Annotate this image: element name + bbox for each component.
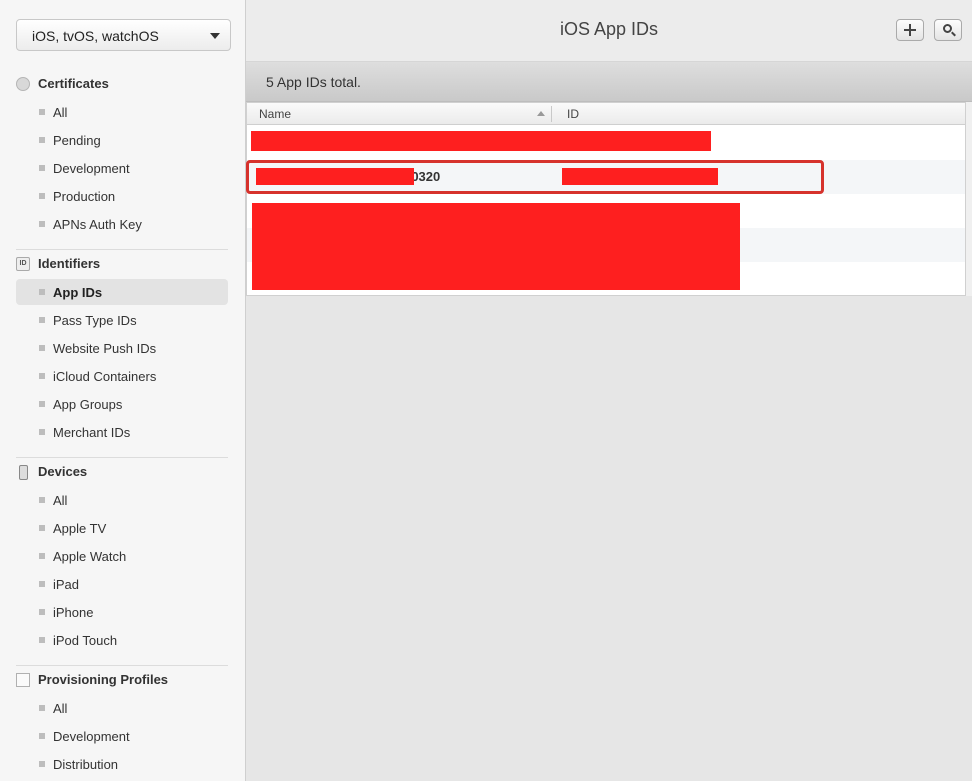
- divider: [16, 457, 228, 458]
- sidebar-item-label: Development: [53, 729, 130, 744]
- main-panel: iOS App IDs 5 App IDs total. Name ID t03…: [246, 0, 972, 781]
- section-title: Devices: [38, 464, 88, 479]
- id-icon: ID: [16, 257, 30, 271]
- sidebar-item-production[interactable]: Production: [16, 183, 228, 209]
- redaction-bar: [252, 203, 740, 290]
- sidebar-item-certificates-all[interactable]: All: [16, 99, 228, 125]
- bullet-icon: [39, 609, 45, 615]
- sidebar-item-pending[interactable]: Pending: [16, 127, 228, 153]
- sidebar-item-label: iCloud Containers: [53, 369, 157, 384]
- sidebar-item-label: Development: [53, 161, 130, 176]
- divider: [16, 665, 228, 666]
- sidebar-item-label: iPad: [53, 577, 80, 592]
- sidebar-item-label: Production: [53, 189, 116, 204]
- sidebar-item-apple-tv[interactable]: Apple TV: [16, 515, 228, 541]
- column-divider[interactable]: [551, 106, 552, 122]
- sidebar-item-label: Pending: [53, 133, 101, 148]
- table-header: Name ID: [247, 103, 965, 125]
- bullet-icon: [39, 553, 45, 559]
- sidebar-item-certificates-development[interactable]: Development: [16, 155, 228, 181]
- app-ids-table: Name ID t0320: [246, 102, 966, 296]
- certificate-badge-icon: [16, 77, 30, 91]
- column-header-name[interactable]: Name: [259, 107, 291, 121]
- sidebar-item-ipod-touch[interactable]: iPod Touch: [16, 627, 228, 653]
- bullet-icon: [39, 221, 45, 227]
- section-certificates: Certificates: [16, 75, 228, 95]
- sidebar-item-label: All: [53, 701, 68, 716]
- section-title: Certificates: [38, 76, 109, 91]
- sidebar-item-app-groups[interactable]: App Groups: [16, 391, 228, 417]
- section-title: Provisioning Profiles: [38, 672, 169, 687]
- sidebar-item-label: All: [53, 493, 68, 508]
- bullet-icon: [39, 429, 45, 435]
- sidebar-item-icloud-containers[interactable]: iCloud Containers: [16, 363, 228, 389]
- redaction-bar: [251, 131, 711, 151]
- sidebar-item-ipad[interactable]: iPad: [16, 571, 228, 597]
- section-devices: Devices: [16, 463, 228, 483]
- section-identifiers: ID Identifiers: [16, 255, 228, 275]
- bullet-icon: [39, 137, 45, 143]
- chevron-down-icon: [210, 33, 220, 39]
- add-button[interactable]: [896, 19, 924, 41]
- platform-select-label: iOS, tvOS, watchOS: [32, 28, 159, 44]
- sidebar-item-profiles-distribution[interactable]: Distribution: [16, 751, 228, 777]
- sidebar-item-label: All: [53, 105, 68, 120]
- sidebar-item-label: APNs Auth Key: [53, 217, 142, 232]
- bullet-icon: [39, 373, 45, 379]
- document-icon: [16, 673, 30, 687]
- divider: [16, 249, 228, 250]
- summary-bar: 5 App IDs total.: [246, 62, 972, 102]
- bullet-icon: [39, 525, 45, 531]
- page-title: iOS App IDs: [559, 19, 659, 39]
- sidebar: iOS, tvOS, watchOS Certificates All Pend…: [0, 0, 246, 781]
- sidebar-item-label: Pass Type IDs: [53, 313, 137, 328]
- app-id-count: 5 App IDs total.: [266, 74, 361, 90]
- selected-row-highlight: [246, 160, 824, 194]
- sidebar-item-iphone[interactable]: iPhone: [16, 599, 228, 625]
- bullet-icon: [39, 317, 45, 323]
- sidebar-item-profiles-development[interactable]: Development: [16, 723, 228, 749]
- sidebar-item-apns-auth-key[interactable]: APNs Auth Key: [16, 211, 228, 237]
- sidebar-item-label: App IDs: [53, 285, 103, 300]
- sidebar-item-label: Apple TV: [53, 521, 107, 536]
- section-provisioning-profiles: Provisioning Profiles: [16, 671, 228, 691]
- column-header-id[interactable]: ID: [567, 107, 579, 121]
- bullet-icon: [39, 733, 45, 739]
- sidebar-item-label: iPhone: [53, 605, 94, 620]
- sidebar-item-label: Apple Watch: [53, 549, 127, 564]
- sidebar-item-profiles-all[interactable]: All: [16, 695, 228, 721]
- sidebar-item-pass-type-ids[interactable]: Pass Type IDs: [16, 307, 228, 333]
- sidebar-item-devices-all[interactable]: All: [16, 487, 228, 513]
- search-button[interactable]: [934, 19, 962, 41]
- sidebar-item-label: Distribution: [53, 757, 119, 772]
- sidebar-item-label: Merchant IDs: [53, 425, 131, 440]
- bullet-icon: [39, 705, 45, 711]
- sidebar-item-website-push-ids[interactable]: Website Push IDs: [16, 335, 228, 361]
- sidebar-item-merchant-ids[interactable]: Merchant IDs: [16, 419, 228, 445]
- bullet-icon: [39, 109, 45, 115]
- bullet-icon: [39, 401, 45, 407]
- bullet-icon: [39, 165, 45, 171]
- table-scroll-edge: [966, 102, 972, 296]
- sidebar-item-label: iPod Touch: [53, 633, 118, 648]
- bullet-icon: [39, 581, 45, 587]
- sidebar-item-apple-watch[interactable]: Apple Watch: [16, 543, 228, 569]
- sort-ascending-icon: [537, 111, 545, 116]
- device-icon: [19, 465, 28, 480]
- bullet-icon: [39, 345, 45, 351]
- bullet-icon: [39, 761, 45, 767]
- bullet-icon: [39, 497, 45, 503]
- section-title: Identifiers: [38, 256, 101, 271]
- sidebar-item-app-ids[interactable]: App IDs: [16, 279, 228, 305]
- bullet-icon: [39, 289, 45, 295]
- platform-select[interactable]: iOS, tvOS, watchOS: [16, 19, 231, 51]
- table-row[interactable]: [247, 126, 965, 160]
- sidebar-item-label: Website Push IDs: [53, 341, 157, 356]
- title-bar: iOS App IDs: [246, 0, 972, 62]
- bullet-icon: [39, 193, 45, 199]
- bullet-icon: [39, 637, 45, 643]
- sidebar-item-label: App Groups: [53, 397, 123, 412]
